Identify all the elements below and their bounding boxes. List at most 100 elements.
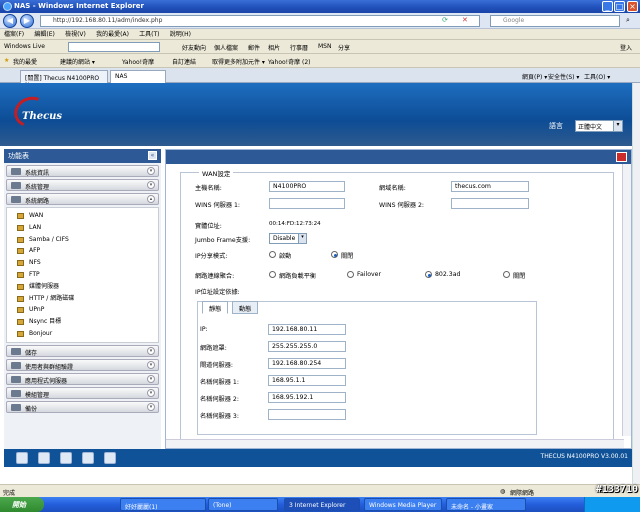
gateway-input[interactable]: 192.168.80.254 bbox=[268, 358, 346, 369]
live-search-input[interactable] bbox=[68, 42, 160, 52]
users-icon[interactable] bbox=[104, 452, 116, 464]
logout-icon[interactable] bbox=[616, 152, 627, 162]
task-paint[interactable]: 未命名 - 小畫家 bbox=[446, 498, 526, 511]
tab-static[interactable]: 靜態 bbox=[202, 301, 229, 314]
page-vertical-scrollbar[interactable] bbox=[632, 83, 640, 484]
domain-input[interactable]: thecus.com bbox=[451, 181, 529, 192]
jumbo-select[interactable]: Disable ▾ bbox=[269, 233, 307, 244]
fav-yahoo[interactable]: Yahoo!奇摩 bbox=[122, 57, 154, 66]
ip-sharing-off-radio[interactable] bbox=[331, 251, 338, 258]
search-input[interactable]: Google bbox=[490, 15, 620, 27]
menu-item-lan[interactable]: LAN bbox=[7, 222, 158, 234]
back-button[interactable]: ◀ bbox=[3, 14, 17, 28]
group-storage[interactable]: 儲存 ▾ bbox=[6, 344, 159, 357]
app-server-icon bbox=[11, 375, 21, 383]
dns2-input[interactable]: 168.95.192.1 bbox=[268, 392, 346, 403]
favorites-button[interactable]: 我的最愛 bbox=[13, 57, 37, 66]
fav-yahoo-2[interactable]: Yahoo!奇摩 (2) bbox=[268, 57, 310, 66]
folder-icon bbox=[17, 236, 24, 243]
task-1[interactable]: 好好麗麗(1) bbox=[120, 498, 206, 511]
menu-item-nsync[interactable]: Nsync 目標 bbox=[7, 316, 158, 328]
tools-menu[interactable]: 工具(O) ▾ bbox=[584, 72, 610, 81]
live-link-mail[interactable]: 郵件 bbox=[248, 43, 260, 52]
star-icon: ★ bbox=[4, 57, 10, 64]
ip-sharing-on-radio[interactable] bbox=[269, 251, 276, 258]
disk-icon[interactable] bbox=[16, 452, 28, 464]
refresh-icon[interactable]: ⟳ bbox=[442, 16, 448, 24]
dns3-input[interactable] bbox=[268, 409, 346, 420]
search-icon[interactable]: ⌕ bbox=[626, 16, 630, 25]
host-name-input[interactable]: N4100PRO bbox=[269, 181, 345, 192]
module-icon bbox=[11, 389, 21, 397]
live-link-friends[interactable]: 好友動向 bbox=[182, 43, 206, 52]
login-link[interactable]: 登入 bbox=[620, 43, 632, 52]
wins1-input[interactable] bbox=[269, 198, 345, 209]
menu-item-ftp[interactable]: FTP bbox=[7, 269, 158, 281]
panel-horizontal-scrollbar[interactable] bbox=[166, 439, 624, 448]
close-button[interactable]: × bbox=[627, 1, 638, 12]
tab-nas[interactable]: NAS bbox=[110, 70, 166, 83]
maximize-button[interactable]: □ bbox=[614, 1, 625, 12]
minimize-button[interactable]: _ bbox=[602, 1, 613, 12]
fav-addons[interactable]: 取得更多附加元件 ▾ bbox=[212, 57, 265, 66]
group-users[interactable]: 使用者與群組驗證 ▾ bbox=[6, 358, 159, 371]
collapse-icon[interactable]: « bbox=[148, 151, 157, 160]
fan-icon[interactable] bbox=[60, 452, 72, 464]
live-link-msn[interactable]: MSN bbox=[318, 43, 331, 50]
banner-swoosh bbox=[0, 121, 632, 146]
fav-suggested[interactable]: 建議的網站 ▾ bbox=[60, 57, 95, 66]
group-system-management[interactable]: 系統管理 ▾ bbox=[6, 179, 159, 191]
mac-value: 00:14:FD:12:73:24 bbox=[269, 221, 321, 227]
group-system-info[interactable]: 系統資訊 ▾ bbox=[6, 165, 159, 177]
menu-item-wan[interactable]: WAN bbox=[7, 210, 158, 222]
ip-input[interactable]: 192.168.80.11 bbox=[268, 324, 346, 335]
menu-help[interactable]: 說明(H) bbox=[170, 31, 191, 38]
tab-dhcp[interactable]: 動態 bbox=[232, 301, 259, 314]
forward-button[interactable]: ▶ bbox=[20, 14, 34, 28]
mail-icon[interactable] bbox=[38, 452, 50, 464]
page-menu[interactable]: 網頁(P) ▾ bbox=[522, 72, 547, 81]
menu-item-bonjour[interactable]: Bonjour bbox=[7, 328, 158, 340]
domain-label: 網域名稱: bbox=[379, 185, 406, 192]
language-select[interactable]: 正體中文 ▾ bbox=[575, 120, 623, 132]
menu-item-media-server[interactable]: 媒體伺服器 bbox=[7, 281, 158, 293]
netmask-input[interactable]: 255.255.255.0 bbox=[268, 341, 346, 352]
menu-view[interactable]: 檢視(V) bbox=[65, 31, 86, 38]
dns1-input[interactable]: 168.95.1.1 bbox=[268, 375, 346, 386]
menu-item-nfs[interactable]: NFS bbox=[7, 257, 158, 269]
live-link-photos[interactable]: 相片 bbox=[268, 43, 280, 52]
aggregation-8023ad-radio[interactable] bbox=[425, 271, 432, 278]
group-modules[interactable]: 模組管理 ▾ bbox=[6, 386, 159, 399]
stop-icon[interactable]: ✕ bbox=[462, 16, 468, 24]
task-2[interactable]: (Tone) bbox=[208, 498, 278, 511]
menu-item-afp[interactable]: AFP bbox=[7, 245, 158, 257]
wins2-input[interactable] bbox=[451, 198, 529, 209]
aggregation-off-radio[interactable] bbox=[503, 271, 510, 278]
menu-edit[interactable]: 編輯(E) bbox=[34, 31, 54, 38]
task-ie[interactable]: 3 Internet Explorer bbox=[284, 498, 360, 511]
menu-item-http[interactable]: HTTP / 網路磁碟 bbox=[7, 293, 158, 305]
aggregation-balance-radio[interactable] bbox=[269, 271, 276, 278]
start-button[interactable]: 開始 bbox=[0, 497, 44, 512]
live-link-profile[interactable]: 個人檔案 bbox=[214, 43, 238, 52]
aggregation-failover-radio[interactable] bbox=[347, 271, 354, 278]
menu-tools[interactable]: 工具(T) bbox=[139, 31, 159, 38]
live-link-calendar[interactable]: 行事曆 bbox=[290, 43, 308, 52]
menu-item-samba[interactable]: Samba / CIFS bbox=[7, 234, 158, 246]
panel-vertical-scrollbar[interactable] bbox=[622, 164, 631, 436]
safety-menu[interactable]: 安全性(S) ▾ bbox=[548, 72, 579, 81]
thecus-logo: Thecus bbox=[22, 111, 63, 122]
group-app-server[interactable]: 應用程式伺服器 ▾ bbox=[6, 372, 159, 385]
fav-custom-links[interactable]: 自訂連結 bbox=[172, 57, 196, 66]
menu-item-upnp[interactable]: UPnP bbox=[7, 304, 158, 316]
live-link-share[interactable]: 分享 bbox=[338, 43, 350, 52]
tool-icon[interactable] bbox=[82, 452, 94, 464]
tab-thecus[interactable]: [閒置] Thecus N4100PRO N... bbox=[20, 70, 108, 89]
taskbar: 開始 好好麗麗(1) (Tone) 3 Internet Explorer Wi… bbox=[0, 497, 640, 512]
menu-file[interactable]: 檔案(F) bbox=[4, 31, 24, 38]
group-system-network[interactable]: 系統網路 ▴ bbox=[6, 193, 159, 205]
task-wmp[interactable]: Windows Media Player bbox=[364, 498, 442, 511]
group-backup[interactable]: 備份 ▾ bbox=[6, 400, 159, 413]
menu-favorites[interactable]: 我的最愛(A) bbox=[96, 31, 129, 38]
address-input[interactable]: http://192.168.80.11/adm/index.php bbox=[40, 15, 480, 27]
